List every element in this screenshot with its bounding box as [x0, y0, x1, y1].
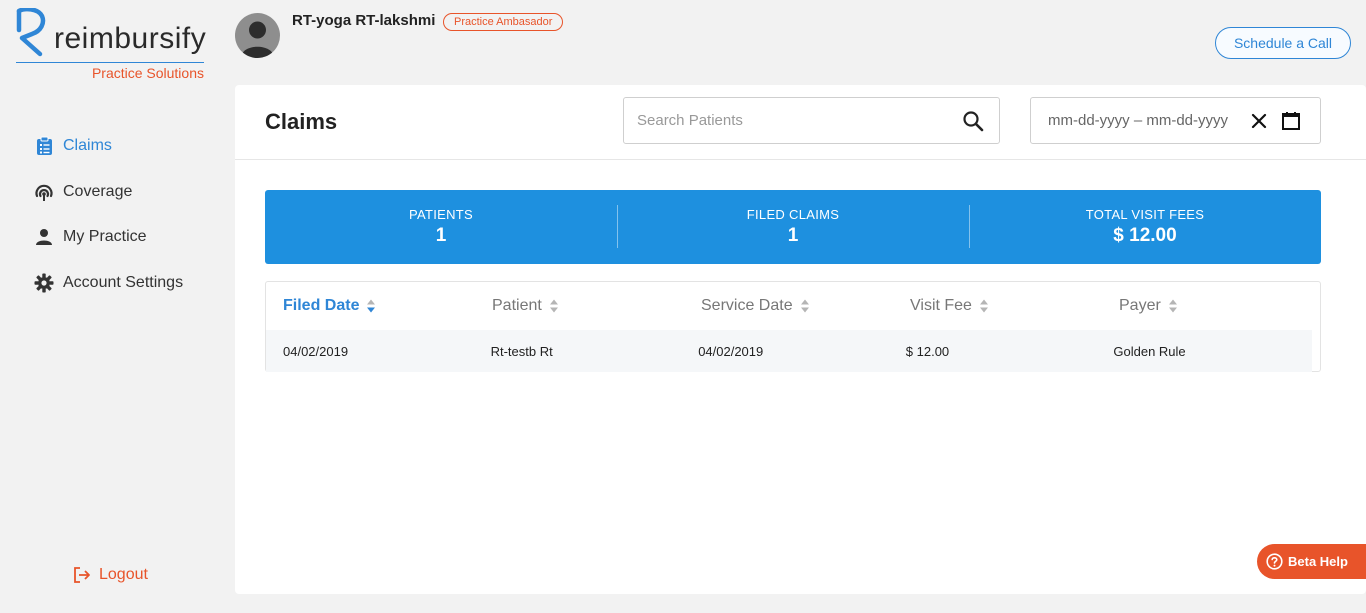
user-silhouette-icon	[241, 21, 274, 58]
person-icon	[34, 227, 54, 247]
beta-help-label: Beta Help	[1288, 554, 1348, 569]
column-label: Patient	[492, 297, 542, 314]
column-label: Payer	[1119, 297, 1161, 314]
stat-value: 1	[787, 225, 799, 246]
calendar-icon[interactable]	[1281, 111, 1301, 131]
sort-icon	[979, 299, 988, 313]
sidebar-item-my-practice[interactable]: My Practice	[34, 223, 224, 251]
column-label: Filed Date	[283, 297, 360, 314]
claims-card: Claims mm-dd-yyyy – mm-dd-yyyy PATIENTS …	[235, 85, 1366, 594]
brand-name: reimbursify	[54, 22, 207, 55]
stat-value: 1	[435, 225, 447, 246]
search-input[interactable]	[624, 98, 961, 143]
brand-logo[interactable]: reimbursify Practice Solutions	[14, 8, 206, 84]
column-header-payer[interactable]: Payer	[1119, 297, 1319, 315]
claims-table: Filed Date Patient Service Date Visit Fe…	[265, 281, 1321, 372]
sidebar-item-account-settings[interactable]: Account Settings	[34, 269, 224, 297]
sort-desc-icon	[367, 299, 376, 313]
stat-total-visit-fees: TOTAL VISIT FEES $ 12.00	[969, 190, 1321, 264]
brand-divider	[16, 62, 204, 63]
avatar[interactable]	[235, 13, 280, 58]
search-icon[interactable]	[961, 109, 985, 133]
column-header-patient[interactable]: Patient	[492, 297, 701, 315]
logout-button[interactable]: Logout	[72, 565, 148, 585]
cell-visit-fee: $ 12.00	[905, 343, 950, 359]
sidebar-item-label: Coverage	[63, 182, 133, 200]
schedule-call-button[interactable]: Schedule a Call	[1215, 27, 1351, 59]
cell-patient: Rt-testb Rt	[490, 343, 553, 359]
coverage-icon	[34, 182, 54, 202]
sidebar-item-claims[interactable]: Claims	[34, 132, 224, 160]
logout-icon	[74, 567, 90, 583]
card-header: Claims mm-dd-yyyy – mm-dd-yyyy	[235, 85, 1366, 160]
cell-filed-date: 04/02/2019	[283, 343, 349, 359]
stat-label: PATIENTS	[408, 207, 474, 222]
stat-label: FILED CLAIMS	[746, 207, 840, 222]
beta-help-button[interactable]: Beta Help	[1257, 544, 1366, 579]
help-icon	[1266, 553, 1283, 570]
logout-label: Logout	[99, 566, 148, 583]
sidebar-item-label: My Practice	[63, 228, 147, 245]
page-title: Claims	[265, 109, 338, 134]
cell-payer: Golden Rule	[1113, 343, 1186, 359]
sort-icon	[549, 299, 558, 313]
user-role-badge: Practice Ambasador	[443, 13, 564, 31]
summary-stats: PATIENTS 1 FILED CLAIMS 1 TOTAL VISIT FE…	[265, 190, 1321, 264]
cell-service-date: 04/02/2019	[698, 343, 764, 359]
sidebar-item-coverage[interactable]: Coverage	[34, 178, 224, 206]
stat-filed-claims: FILED CLAIMS 1	[617, 190, 969, 264]
sidebar-item-label: Claims	[63, 137, 112, 154]
date-range-picker[interactable]: mm-dd-yyyy – mm-dd-yyyy	[1030, 97, 1321, 144]
column-header-service-date[interactable]: Service Date	[701, 297, 910, 315]
column-label: Visit Fee	[910, 297, 972, 314]
stat-patients: PATIENTS 1	[265, 190, 617, 264]
date-range-text: mm-dd-yyyy – mm-dd-yyyy	[1048, 112, 1229, 129]
table-header: Filed Date Patient Service Date Visit Fe…	[266, 282, 1320, 330]
sort-icon	[800, 299, 809, 313]
gear-icon	[34, 273, 54, 293]
sidebar-nav: Claims Coverage My Practice Account Sett…	[34, 132, 224, 314]
brand-tagline: Practice Solutions	[91, 65, 204, 81]
stat-label: TOTAL VISIT FEES	[1085, 207, 1205, 222]
clipboard-icon	[34, 136, 54, 156]
sidebar-item-label: Account Settings	[63, 273, 184, 291]
user-name: RT-yoga RT-lakshmi	[292, 12, 436, 29]
column-header-filed-date[interactable]: Filed Date	[283, 297, 492, 315]
search-box	[623, 97, 1000, 144]
sort-icon	[1168, 299, 1177, 313]
table-row[interactable]: 04/02/2019 Rt-testb Rt 04/02/2019 $ 12.0…	[266, 330, 1312, 372]
column-label: Service Date	[701, 297, 793, 314]
reimbursify-logo-icon	[16, 8, 46, 57]
close-icon[interactable]	[1250, 112, 1268, 130]
stat-value: $ 12.00	[1113, 225, 1177, 246]
column-header-visit-fee[interactable]: Visit Fee	[910, 297, 1119, 315]
